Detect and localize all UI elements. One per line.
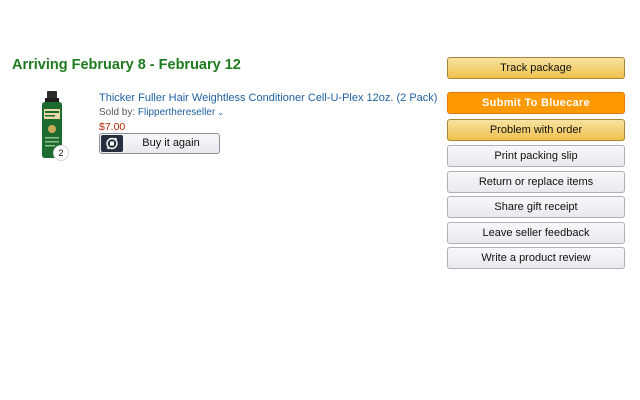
- chevron-down-icon[interactable]: ⌄: [217, 108, 224, 117]
- buy-again-refresh-icon: [101, 135, 123, 152]
- problem-with-order-button[interactable]: Problem with order: [447, 119, 625, 141]
- print-packing-slip-button[interactable]: Print packing slip: [447, 145, 625, 167]
- arrival-status: Arriving February 8 - February 12: [12, 57, 241, 73]
- track-package-button[interactable]: Track package: [447, 57, 625, 79]
- buy-again-label: Buy it again: [142, 137, 200, 149]
- submit-to-bluecare-button[interactable]: Submit To Bluecare: [447, 92, 625, 114]
- share-gift-receipt-button[interactable]: Share gift receipt: [447, 196, 625, 218]
- seller-name-link[interactable]: Flipperthereseller: [138, 107, 215, 118]
- buy-again-button[interactable]: Buy it again: [99, 133, 220, 154]
- leave-seller-feedback-button[interactable]: Leave seller feedback: [447, 222, 625, 244]
- sold-by: Sold by: Flipperthereseller ⌄: [99, 107, 224, 118]
- product-title-link[interactable]: Thicker Fuller Hair Weightless Condition…: [99, 92, 437, 104]
- order-card: Arriving February 8 - February 12 2 Thic…: [0, 0, 640, 400]
- write-product-review-button[interactable]: Write a product review: [447, 247, 625, 269]
- return-or-replace-button[interactable]: Return or replace items: [447, 171, 625, 193]
- item-price: $7.00: [99, 121, 126, 133]
- sold-by-label: Sold by:: [99, 107, 136, 118]
- quantity-badge: 2: [53, 145, 69, 161]
